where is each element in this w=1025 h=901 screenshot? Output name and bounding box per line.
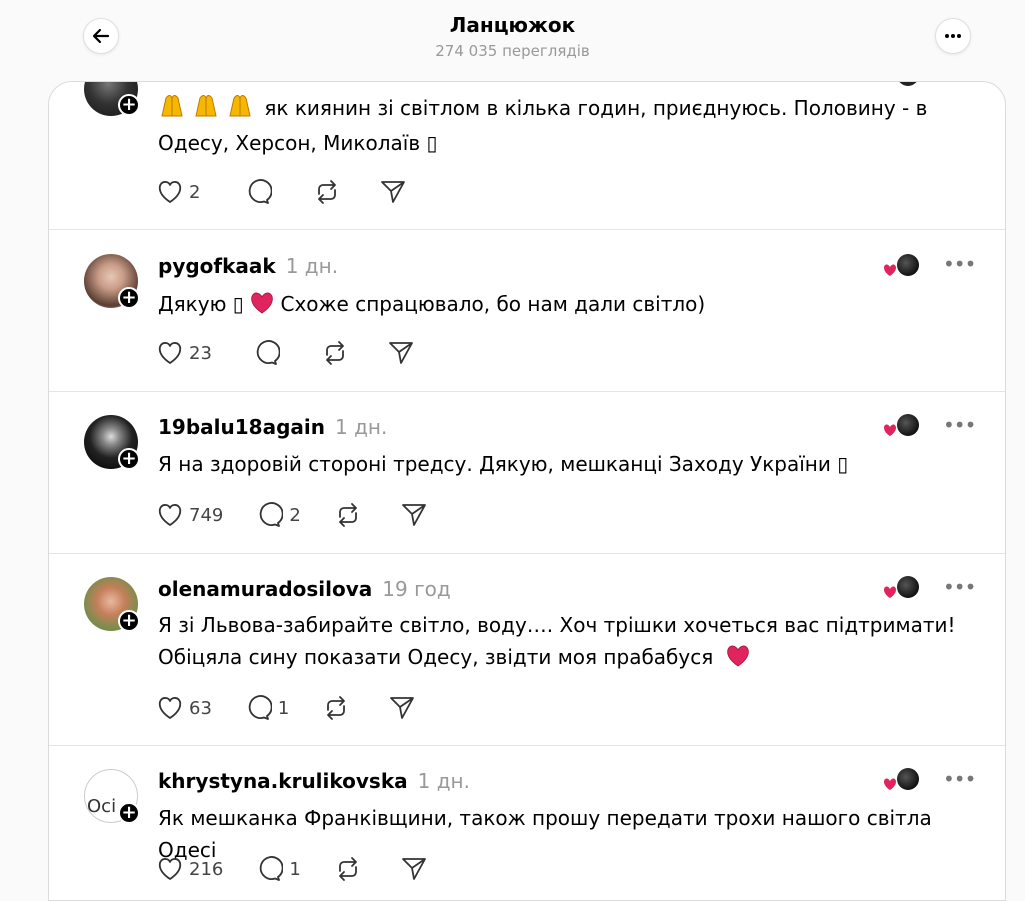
reply-button[interactable] bbox=[246, 179, 273, 205]
reply-count: 2 bbox=[289, 504, 301, 526]
repost-button[interactable] bbox=[335, 856, 361, 882]
post-time: 1 дн. bbox=[334, 415, 388, 439]
share-button[interactable] bbox=[401, 856, 427, 882]
reply-feed: + як киянин зі світлом в кілька годин, п… bbox=[48, 81, 1006, 901]
reply-post: + як киянин зі світлом в кілька годин, п… bbox=[49, 82, 1005, 230]
reply-button[interactable]: 2 bbox=[257, 502, 301, 528]
heart-icon bbox=[158, 342, 182, 364]
post-time: 19 год bbox=[382, 577, 451, 601]
liked-by-avatars bbox=[883, 414, 919, 440]
like-count: 749 bbox=[189, 504, 224, 526]
follow-plus-icon[interactable]: + bbox=[118, 448, 140, 470]
view-count: 274 035 переглядів bbox=[435, 42, 590, 60]
avatar-broken-image-text: Осі bbox=[87, 796, 117, 817]
repost-icon bbox=[318, 180, 337, 204]
reply-post: + pygofkaak 1 дн. ••• Дякую ▯ Схоже спрац… bbox=[49, 230, 1005, 392]
heart-emoji-icon bbox=[884, 264, 896, 276]
share-button[interactable] bbox=[380, 179, 406, 205]
share-button[interactable] bbox=[389, 695, 415, 721]
more-icon bbox=[945, 34, 961, 38]
username[interactable]: olenamuradosilova 19 год bbox=[158, 577, 451, 601]
liked-by-avatars bbox=[883, 576, 919, 602]
heart-emoji-icon bbox=[884, 586, 896, 598]
post-text: Я на здоровій стороні тредсу. Дякую, меш… bbox=[158, 452, 849, 476]
post-actions: 216 1 bbox=[157, 854, 451, 884]
heart-emoji-icon bbox=[251, 292, 273, 314]
liked-by-avatars bbox=[883, 82, 919, 90]
post-text: Дякую ▯ Схоже спрацювало, бо нам дали св… bbox=[158, 292, 706, 316]
heart-emoji-icon bbox=[884, 424, 896, 436]
share-icon bbox=[401, 858, 426, 880]
post-menu-button[interactable]: ••• bbox=[943, 575, 976, 599]
liked-by-avatars bbox=[883, 254, 919, 280]
reply-button[interactable]: 1 bbox=[246, 695, 289, 721]
reply-icon bbox=[248, 695, 272, 720]
follow-plus-icon[interactable]: + bbox=[118, 802, 140, 824]
post-time: 1 дн. bbox=[285, 254, 339, 278]
reply-post: + 19balu18again 1 дн. ••• Я на здоровій с… bbox=[49, 392, 1005, 554]
repost-icon bbox=[326, 341, 344, 365]
follow-plus-icon[interactable]: + bbox=[118, 94, 140, 116]
reply-count: 1 bbox=[277, 697, 290, 719]
like-button[interactable]: 216 bbox=[157, 857, 223, 881]
heart-icon bbox=[158, 858, 182, 880]
post-menu-button[interactable]: ••• bbox=[943, 767, 976, 791]
like-button[interactable]: 63 bbox=[157, 696, 212, 720]
reply-count: 1 bbox=[289, 858, 301, 880]
repost-icon bbox=[338, 503, 357, 527]
share-icon bbox=[401, 504, 426, 526]
post-actions: 23 bbox=[157, 338, 438, 368]
reply-icon bbox=[249, 179, 273, 204]
like-count: 2 bbox=[189, 181, 201, 203]
share-button[interactable] bbox=[401, 502, 427, 528]
reply-icon bbox=[260, 502, 284, 527]
username[interactable]: pygofkaak 1 дн. bbox=[158, 254, 338, 278]
like-count: 23 bbox=[189, 342, 212, 364]
heart-icon bbox=[158, 181, 182, 203]
more-button[interactable] bbox=[935, 18, 971, 54]
share-icon bbox=[389, 342, 413, 364]
post-time: 1 дн. bbox=[417, 769, 470, 793]
post-menu-button[interactable]: ••• bbox=[943, 252, 976, 276]
follow-plus-icon[interactable]: + bbox=[118, 610, 140, 632]
repost-button[interactable] bbox=[322, 340, 348, 366]
post-actions: 2 bbox=[157, 177, 430, 207]
follow-plus-icon[interactable]: + bbox=[118, 287, 140, 309]
heart-icon bbox=[158, 697, 182, 719]
post-actions: 63 1 bbox=[157, 693, 439, 723]
like-button[interactable]: 749 bbox=[157, 503, 223, 527]
heart-emoji-icon bbox=[726, 645, 749, 667]
reply-button[interactable] bbox=[254, 340, 280, 366]
liked-by-avatars bbox=[883, 768, 919, 794]
post-text: Я зі Львова-забирайте світло, воду…. Хоч… bbox=[158, 613, 956, 669]
repost-button[interactable] bbox=[335, 502, 361, 528]
post-actions: 749 2 bbox=[157, 500, 451, 530]
post-menu-button[interactable]: ••• bbox=[943, 413, 976, 437]
thread-header: Ланцюжок 274 035 переглядів bbox=[0, 0, 1025, 80]
reply-post: + olenamuradosilova 19 год ••• Я зі Львов… bbox=[49, 554, 1005, 746]
post-text: як киянин зі світлом в кілька годин, при… bbox=[158, 92, 978, 159]
share-icon bbox=[390, 697, 415, 719]
username[interactable]: 19balu18again 1 дн. bbox=[158, 415, 387, 439]
like-button[interactable]: 23 bbox=[157, 341, 212, 365]
reply-button[interactable]: 1 bbox=[257, 856, 301, 882]
share-icon bbox=[381, 181, 406, 203]
pray-emoji-icon bbox=[158, 92, 258, 127]
repost-icon bbox=[327, 696, 346, 720]
heart-emoji-icon bbox=[884, 778, 896, 790]
reply-icon bbox=[260, 856, 284, 881]
repost-button[interactable] bbox=[323, 695, 349, 721]
like-button[interactable]: 2 bbox=[157, 180, 200, 204]
page-title: Ланцюжок bbox=[449, 13, 576, 37]
share-button[interactable] bbox=[388, 340, 414, 366]
heart-icon bbox=[158, 504, 182, 526]
like-count: 216 bbox=[189, 858, 224, 880]
reply-icon bbox=[256, 340, 280, 365]
username[interactable]: khrystyna.krulikovska 1 дн. bbox=[158, 769, 470, 793]
repost-button[interactable] bbox=[314, 179, 340, 205]
repost-icon bbox=[338, 857, 357, 881]
like-count: 63 bbox=[189, 697, 212, 719]
